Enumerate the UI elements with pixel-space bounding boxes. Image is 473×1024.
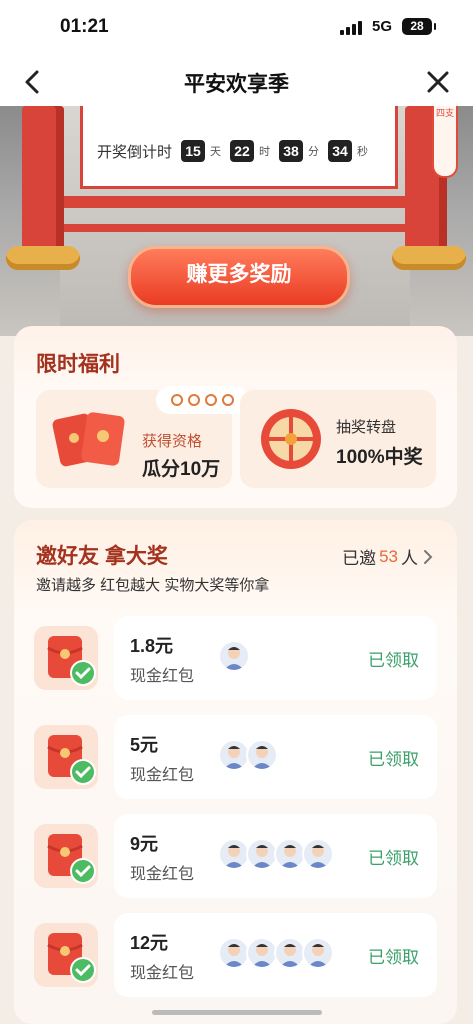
invitee-avatars (218, 838, 334, 870)
avatar (302, 838, 334, 870)
gate-rail (60, 224, 414, 232)
reward-panel[interactable]: 5元现金红包 已领取 (114, 715, 437, 799)
reward-row: 9元现金红包 已领取 (34, 814, 437, 898)
battery-icon: 28 (402, 18, 436, 35)
reward-panel[interactable]: 1.8元现金红包 已领取 (114, 616, 437, 700)
countdown-minutes-unit: 分 (308, 146, 320, 158)
checkmark-icon (70, 858, 96, 884)
limited-benefits-title: 限时福利 (36, 353, 120, 376)
reward-amount: 9元 (130, 834, 159, 854)
qualification-label: 获得资格 (142, 433, 203, 450)
limited-benefits-card: 限时福利 获得资格 瓜分10万 抽奖转盘 100%中奖 (14, 326, 457, 508)
gate-beam (60, 196, 414, 208)
countdown-minutes: 38 (279, 140, 304, 162)
side-tag[interactable]: 四支 (432, 106, 458, 178)
qualification-value: 瓜分10万 (142, 459, 221, 480)
countdown-seconds: 34 (328, 140, 353, 162)
network-type: 5G (372, 18, 393, 35)
gate-post-left (22, 106, 64, 266)
avatar (302, 937, 334, 969)
earn-more-button[interactable]: 赚更多奖励 (128, 246, 350, 308)
avatar (218, 640, 250, 672)
reward-row: 5元现金红包 已领取 (34, 715, 437, 799)
invite-title: 邀好友 拿大奖 (36, 545, 168, 568)
countdown-hours-unit: 时 (259, 146, 271, 158)
reward-amount: 5元 (130, 735, 159, 755)
page-title: 平安欢享季 (184, 73, 289, 96)
checkmark-icon (70, 957, 96, 983)
reward-kind: 现金红包 (130, 767, 195, 784)
reward-amount: 1.8元 (130, 636, 174, 656)
lottery-wheel-label: 抽奖转盘 (336, 419, 397, 436)
gate-base-left (6, 246, 80, 270)
countdown-hours: 22 (230, 140, 255, 162)
nav-bar: 平安欢享季 (0, 58, 473, 106)
lottery-wheel-value: 100%中奖 (336, 447, 423, 468)
coupon-dots (156, 386, 248, 414)
invite-subtitle: 邀请越多 红包越大 实物大奖等你拿 (36, 577, 270, 594)
hero-banner: 四支 开奖倒计时 15 天 22 时 38 分 34 秒 赚更多奖励 (0, 106, 473, 336)
red-envelope-icon (52, 412, 125, 467)
claimed-status: 已领取 (368, 849, 419, 868)
reward-kind: 现金红包 (130, 668, 195, 685)
invited-prefix: 已邀 (342, 549, 377, 568)
countdown-days: 15 (181, 140, 206, 162)
lottery-wheel-icon (261, 409, 321, 469)
invitee-avatars (218, 937, 334, 969)
countdown-label: 开奖倒计时 (97, 143, 173, 161)
invited-count-link[interactable]: 已邀 53 人 (342, 544, 435, 569)
status-bar: 01:21 5G 28 (0, 0, 473, 58)
invitee-avatars (218, 640, 250, 672)
close-button[interactable] (420, 64, 456, 100)
invited-suffix: 人 (401, 549, 418, 568)
lottery-wheel-tile[interactable]: 抽奖转盘 100%中奖 (240, 390, 436, 488)
home-indicator (152, 1010, 322, 1015)
gate-base-right (392, 246, 466, 270)
chevron-right-icon (424, 549, 433, 564)
reward-row: 12元现金红包 已领取 (34, 913, 437, 997)
reward-kind: 现金红包 (130, 866, 195, 883)
claimed-status: 已领取 (368, 750, 419, 769)
invitee-avatars (218, 739, 278, 771)
close-icon (427, 71, 449, 93)
reward-kind: 现金红包 (130, 965, 195, 982)
invite-card: 邀好友 拿大奖 邀请越多 红包越大 实物大奖等你拿 已邀 53 人 1.8元现金… (14, 520, 457, 1024)
checkmark-icon (70, 759, 96, 785)
claimed-status: 已领取 (368, 948, 419, 967)
countdown-seconds-unit: 秒 (357, 146, 369, 158)
claimed-status: 已领取 (368, 651, 419, 670)
status-time: 01:21 (60, 16, 109, 37)
countdown-days-unit: 天 (210, 146, 222, 158)
avatar (246, 739, 278, 771)
reward-row: 1.8元现金红包 已领取 (34, 616, 437, 700)
countdown: 开奖倒计时 15 天 22 时 38 分 34 秒 (97, 140, 372, 162)
reward-amount: 12元 (130, 933, 169, 953)
reward-panel[interactable]: 12元现金红包 已领取 (114, 913, 437, 997)
signal-icon (340, 21, 366, 35)
invited-count: 53 (379, 546, 398, 566)
checkmark-icon (70, 660, 96, 686)
qualification-tile[interactable]: 获得资格 瓜分10万 (36, 386, 248, 488)
reward-panel[interactable]: 9元现金红包 已领取 (114, 814, 437, 898)
